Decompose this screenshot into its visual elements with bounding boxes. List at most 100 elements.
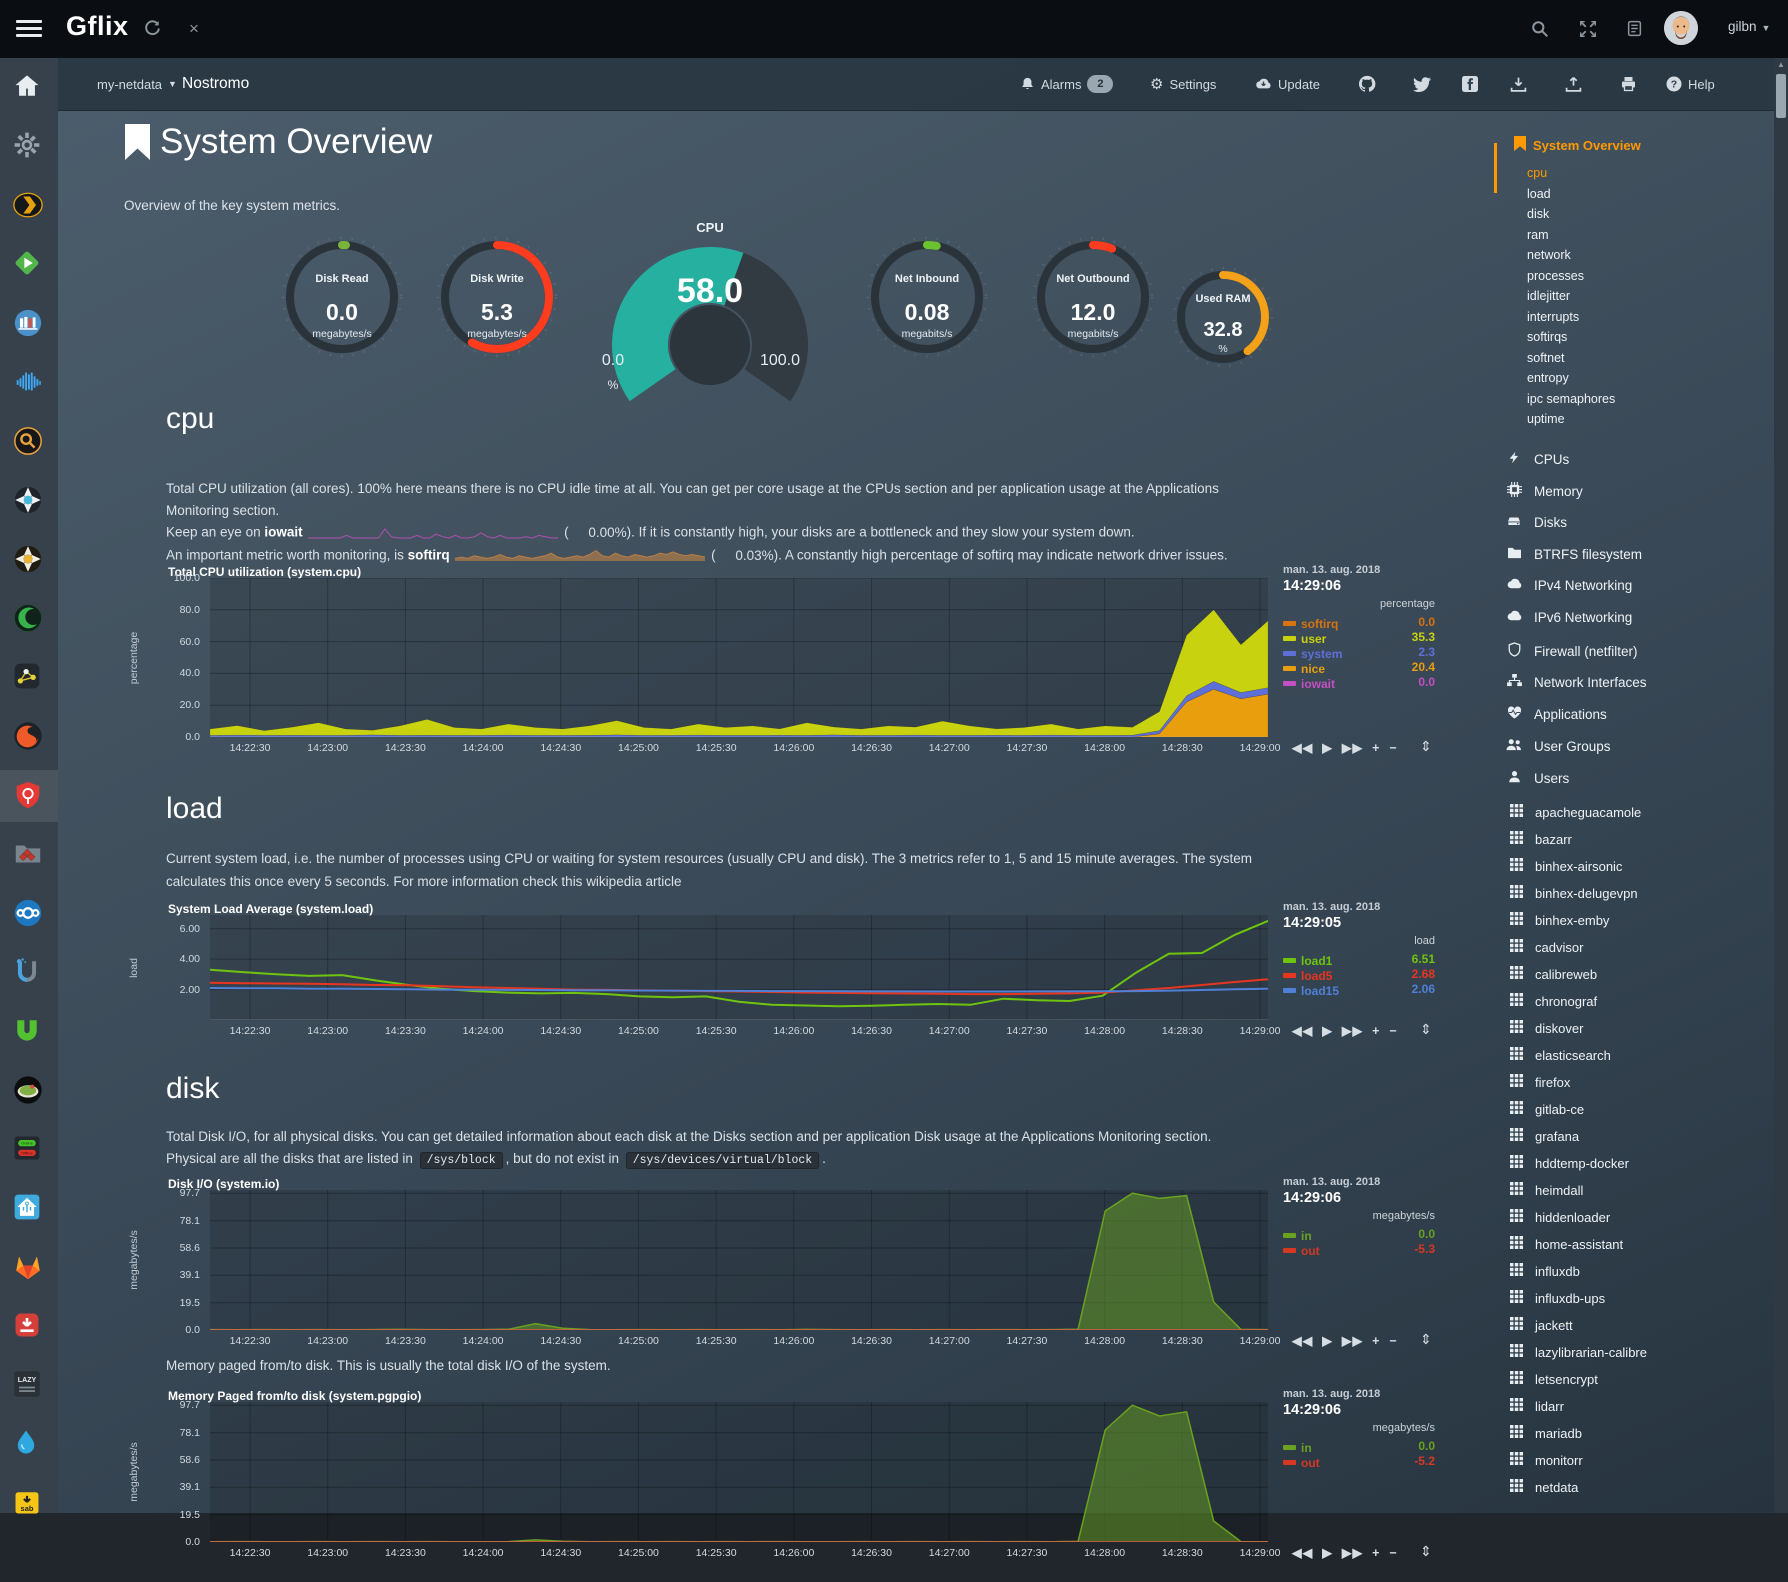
chart-plot[interactable]	[210, 1190, 1268, 1330]
chart-plot[interactable]	[210, 915, 1268, 1020]
toc-app-firefox[interactable]: firefox	[1508, 1074, 1570, 1090]
toc-app-binhex-airsonic[interactable]: binhex-airsonic	[1508, 858, 1622, 874]
toc-item-load[interactable]: load	[1527, 187, 1551, 201]
chart-resize-handle[interactable]: ⇕	[1420, 738, 1432, 755]
toc-section-users[interactable]: Users	[1505, 770, 1569, 786]
gauge-cpu[interactable]: CPU58.00.0100.0%	[595, 230, 825, 440]
toc-item-network[interactable]: network	[1527, 248, 1571, 262]
fullscreen-expand-icon[interactable]	[1576, 17, 1600, 41]
toc-app-bazarr[interactable]: bazarr	[1508, 831, 1572, 847]
toc-app-letsencrypt[interactable]: letsencrypt	[1508, 1371, 1598, 1387]
toc-app-influxdb-ups[interactable]: influxdb-ups	[1508, 1290, 1605, 1306]
toc-section-disks[interactable]: Disks	[1505, 514, 1567, 531]
toc-title-system-overview[interactable]: System Overview	[1514, 136, 1641, 154]
sidebar-app-home-assistant[interactable]	[0, 1183, 58, 1235]
toc-app-elasticsearch[interactable]: elasticsearch	[1508, 1047, 1611, 1063]
zoom-in-button[interactable]: +	[1372, 1024, 1380, 1038]
legend-row-load15[interactable]: load152.06	[1283, 982, 1435, 998]
print-button[interactable]	[1620, 58, 1637, 110]
sidebar-app-utorrent[interactable]	[0, 1006, 58, 1058]
toc-item-ram[interactable]: ram	[1527, 228, 1549, 242]
sidebar-app-unraid[interactable]	[0, 947, 58, 999]
pan-forward-button[interactable]: ▶▶	[1342, 1024, 1363, 1038]
toc-app-apacheguacamole[interactable]: apacheguacamole	[1508, 804, 1641, 820]
gauge-used-ram[interactable]: Used RAM32.8%	[1163, 257, 1283, 377]
chart-resize-handle[interactable]: ⇕	[1420, 1543, 1432, 1560]
toc-app-binhex-delugevpn[interactable]: binhex-delugevpn	[1508, 885, 1638, 901]
play-button[interactable]: ▶	[1322, 1334, 1333, 1348]
sidebar-app-lazylibrarian[interactable]: LAZY	[0, 1360, 58, 1412]
gauge-disk-read[interactable]: Disk Read0.0megabytes/s	[272, 227, 412, 367]
server-dropdown[interactable]: my-netdata ▼	[97, 58, 177, 110]
chart-plot[interactable]	[210, 578, 1268, 737]
toc-app-influxdb[interactable]: influxdb	[1508, 1263, 1580, 1279]
toc-app-hiddenloader[interactable]: hiddenloader	[1508, 1209, 1610, 1225]
sidebar-app-diskover[interactable]	[0, 829, 58, 881]
sidebar-app-green-swirl-app[interactable]	[0, 593, 58, 645]
twitter-button[interactable]	[1413, 58, 1431, 110]
toc-app-calibreweb[interactable]: calibreweb	[1508, 966, 1597, 982]
gauge-net-inbound[interactable]: Net Inbound0.08megabits/s	[857, 227, 997, 367]
toc-item-uptime[interactable]: uptime	[1527, 412, 1565, 426]
toc-section-btrfs-filesystem[interactable]: BTRFS filesystem	[1505, 546, 1642, 562]
toc-app-diskover[interactable]: diskover	[1508, 1020, 1583, 1036]
legend-row-nice[interactable]: nice20.4	[1283, 660, 1435, 676]
toc-app-cadvisor[interactable]: cadvisor	[1508, 939, 1583, 955]
toc-section-network-interfaces[interactable]: Network Interfaces	[1505, 674, 1647, 690]
toc-app-home-assistant[interactable]: home-assistant	[1508, 1236, 1623, 1252]
sidebar-app-home[interactable]	[0, 62, 58, 114]
toc-app-lidarr[interactable]: lidarr	[1508, 1398, 1564, 1414]
toc-app-heimdall[interactable]: heimdall	[1508, 1182, 1583, 1198]
sidebar-app-settings[interactable]	[0, 121, 58, 173]
user-menu[interactable]: gilbn▼	[1728, 19, 1770, 34]
sidebar-app-jackett[interactable]	[0, 416, 58, 468]
toc-app-chronograf[interactable]: chronograf	[1508, 993, 1597, 1009]
scrollbar-up-arrow[interactable]: ▲	[1774, 60, 1788, 69]
sidebar-app-sabnzbd[interactable]: sab	[0, 1478, 58, 1530]
toc-app-binhex-emby[interactable]: binhex-emby	[1508, 912, 1609, 928]
refresh-icon[interactable]	[140, 17, 164, 41]
pan-forward-button[interactable]: ▶▶	[1342, 1546, 1363, 1560]
play-button[interactable]: ▶	[1322, 1546, 1333, 1560]
legend-row-load5[interactable]: load52.68	[1283, 967, 1435, 983]
pan-forward-button[interactable]: ▶▶	[1342, 1334, 1363, 1348]
gauge-disk-write[interactable]: Disk Write5.3megabytes/s	[427, 227, 567, 367]
export-button[interactable]	[1565, 58, 1582, 110]
zoom-in-button[interactable]: +	[1372, 1334, 1380, 1348]
github-button[interactable]	[1358, 58, 1376, 110]
scrollbar-track[interactable]: ▲	[1774, 58, 1788, 1513]
settings-button[interactable]: ⚙ Settings	[1150, 58, 1216, 110]
legend-row-system[interactable]: system2.3	[1283, 645, 1435, 661]
sidebar-app-monitorr[interactable]: OnlineOffline	[0, 1124, 58, 1176]
sidebar-app-node-graph-app[interactable]	[0, 652, 58, 704]
toc-app-monitorr[interactable]: monitorr	[1508, 1452, 1583, 1468]
sidebar-app-water-drop-app[interactable]	[0, 1419, 58, 1471]
legend-row-softirq[interactable]: softirq0.0	[1283, 615, 1435, 631]
legend-row-load1[interactable]: load16.51	[1283, 952, 1435, 968]
sidebar-app-book-library[interactable]	[0, 298, 58, 350]
sidebar-app-plex[interactable]	[0, 180, 58, 232]
help-button[interactable]: ? Help	[1666, 58, 1715, 110]
hostname[interactable]: Nostromo	[182, 58, 249, 110]
play-button[interactable]: ▶	[1322, 1024, 1333, 1038]
toc-item-interrupts[interactable]: interrupts	[1527, 310, 1579, 324]
toc-item-softirqs[interactable]: softirqs	[1527, 330, 1567, 344]
changelog-icon[interactable]	[1622, 17, 1646, 41]
avatar[interactable]	[1664, 11, 1698, 45]
pan-forward-button[interactable]: ▶▶	[1342, 741, 1363, 755]
toc-section-ipv4-networking[interactable]: IPv4 Networking	[1505, 578, 1632, 593]
update-button[interactable]: Update	[1255, 58, 1320, 110]
zoom-out-button[interactable]: −	[1389, 1024, 1397, 1038]
chart-resize-handle[interactable]: ⇕	[1420, 1331, 1432, 1348]
toc-app-gitlab-ce[interactable]: gitlab-ce	[1508, 1101, 1584, 1117]
search-icon[interactable]	[1528, 17, 1552, 41]
toc-app-grafana[interactable]: grafana	[1508, 1128, 1579, 1144]
pan-backward-button[interactable]: ◀◀	[1292, 1546, 1313, 1560]
chart-resize-handle[interactable]: ⇕	[1420, 1021, 1432, 1038]
legend-row-iowait[interactable]: iowait0.0	[1283, 675, 1435, 691]
sidebar-app-downloader[interactable]	[0, 1301, 58, 1353]
toc-app-hddtemp-docker[interactable]: hddtemp-docker	[1508, 1155, 1629, 1171]
toc-item-entropy[interactable]: entropy	[1527, 371, 1569, 385]
toc-item-cpu[interactable]: cpu	[1527, 166, 1547, 180]
sidebar-app-airsonic[interactable]	[0, 357, 58, 409]
